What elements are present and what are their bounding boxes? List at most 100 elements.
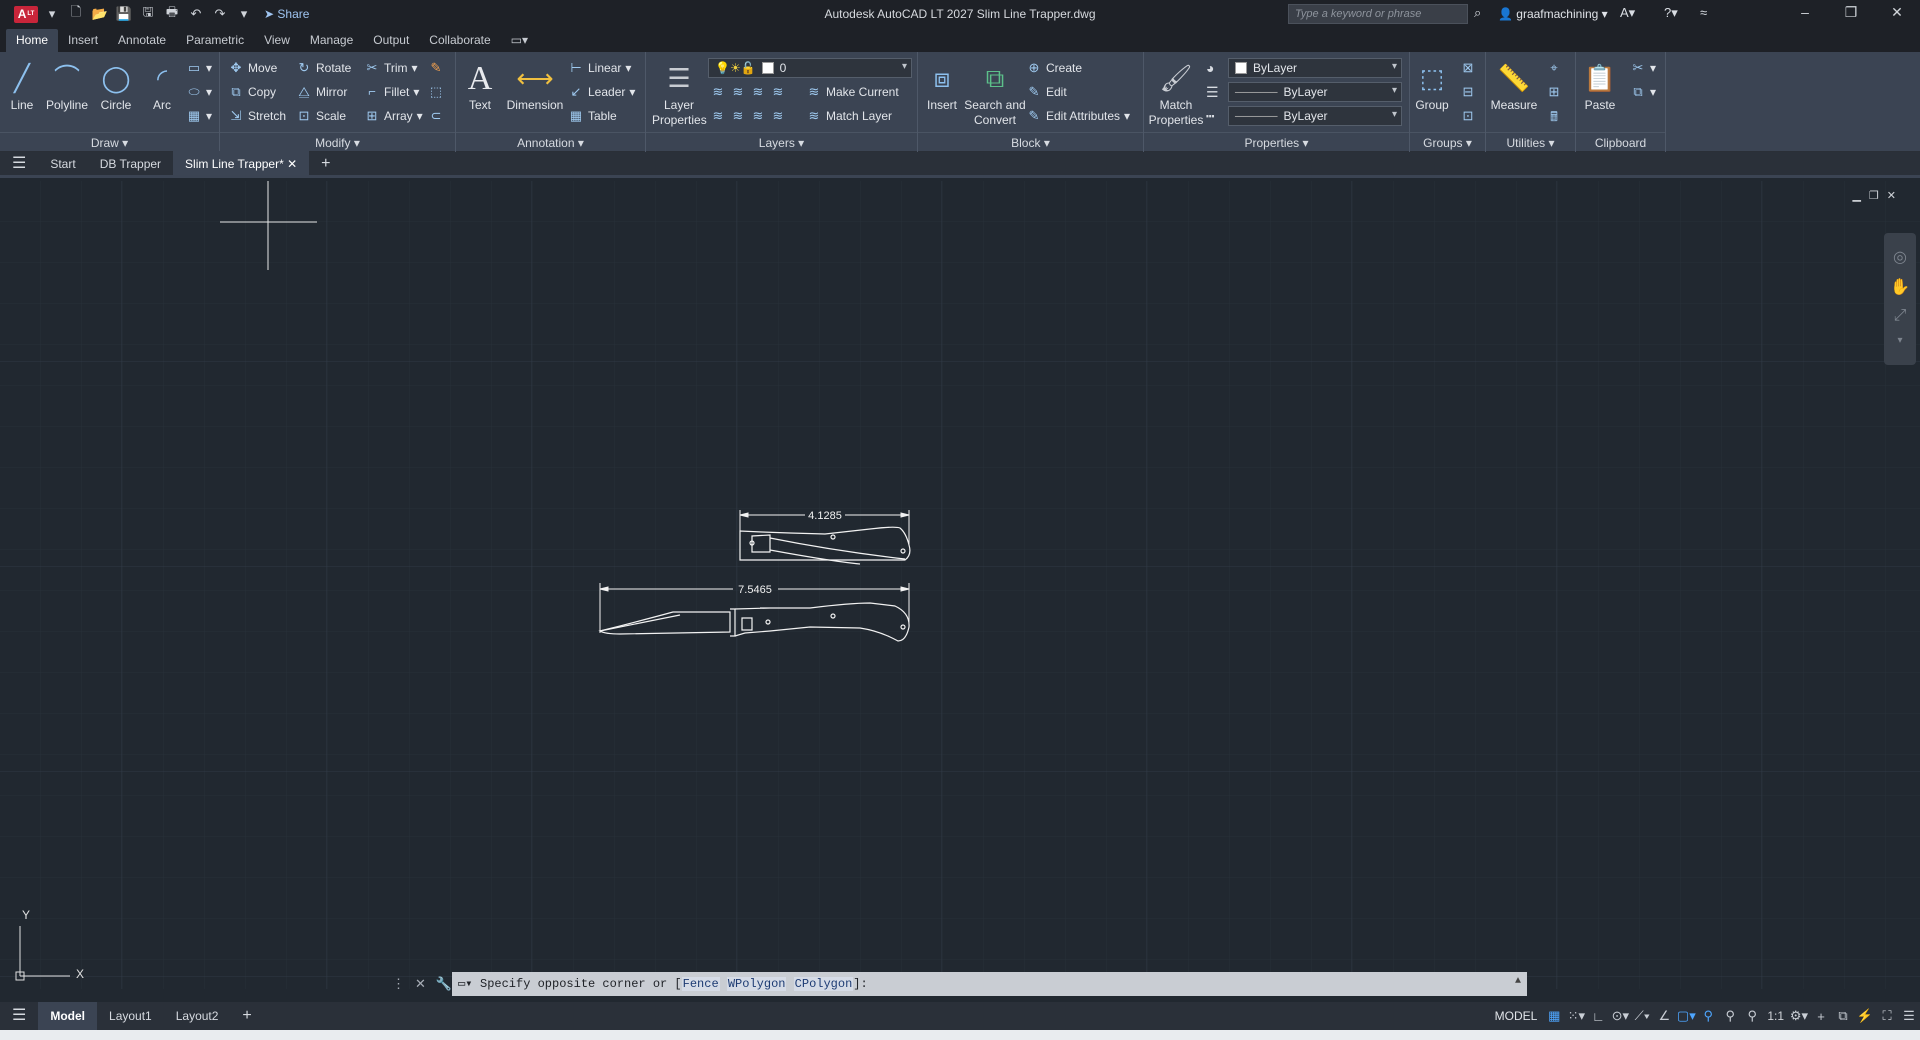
tab-annotate[interactable]: Annotate xyxy=(108,29,176,52)
save-icon[interactable]: 💾 xyxy=(114,4,134,24)
lineweight-dropdown[interactable]: ───── ByLayer ▾ xyxy=(1228,106,1402,126)
groups-panel-title[interactable]: Groups ▾ xyxy=(1410,132,1485,152)
match-properties-button[interactable]: 🖌 Match Properties xyxy=(1148,58,1204,128)
polyline-button[interactable]: ⌒ Polyline xyxy=(42,58,92,113)
array-button[interactable]: ⊞ Array ▾ xyxy=(364,108,423,124)
linear-button[interactable]: ⊢ Linear ▾ xyxy=(568,60,631,76)
osnap-icon[interactable]: ▢▾ xyxy=(1675,1008,1697,1024)
annotation-panel-title[interactable]: Annotation ▾ xyxy=(456,132,645,152)
model-space-button[interactable]: MODEL xyxy=(1495,1009,1538,1023)
ellipse-button[interactable]: ⬭ ▾ xyxy=(186,84,212,100)
rotate-button[interactable]: ↻ Rotate xyxy=(296,60,352,76)
add-layout-icon[interactable]: + xyxy=(230,1002,263,1030)
clipboard-panel-title[interactable]: Clipboard xyxy=(1576,132,1665,152)
close-tab-icon[interactable]: ✕ xyxy=(287,157,297,171)
grid-icon[interactable]: ▦ xyxy=(1543,1008,1565,1024)
offset-button[interactable]: ⊂ xyxy=(428,108,444,124)
hatch-button[interactable]: ▦ ▾ xyxy=(186,108,212,124)
insert-button[interactable]: ⧈ Insert xyxy=(922,58,962,113)
polar-icon[interactable]: ⊙▾ xyxy=(1609,1008,1631,1024)
leader-button[interactable]: ↙ Leader ▾ xyxy=(568,84,636,100)
zoom-extents-icon[interactable]: ⤢ xyxy=(1894,307,1907,325)
make-current-button[interactable]: ≋ Make Current xyxy=(806,84,899,100)
tab-view[interactable]: View xyxy=(254,29,300,52)
utilities-panel-title[interactable]: Utilities ▾ xyxy=(1486,132,1575,152)
edit-block-button[interactable]: ✎ Edit xyxy=(1026,84,1067,100)
viewport-minimize-icon[interactable]: ▁ xyxy=(1852,189,1860,202)
rectangle-button[interactable]: ▭ ▾ xyxy=(186,60,212,76)
modify-panel-title[interactable]: Modify ▾ xyxy=(220,132,455,152)
isolate-objects-icon[interactable]: ⧉ xyxy=(1832,1008,1854,1024)
fillet-button[interactable]: ⌐ Fillet ▾ xyxy=(364,84,419,99)
hardware-acceleration-icon[interactable]: ⚡ xyxy=(1854,1008,1876,1024)
search-input[interactable]: Type a keyword or phrase xyxy=(1288,4,1468,24)
group-select-button[interactable]: ⊡ xyxy=(1460,108,1476,124)
tab-manage[interactable]: Manage xyxy=(300,29,363,52)
annotation-scale-icon[interactable]: ⚲ xyxy=(1741,1008,1763,1024)
chevron-down-icon[interactable]: ▾ xyxy=(1897,335,1902,346)
file-tab-start[interactable]: Start xyxy=(38,151,87,177)
viewport-restore-icon[interactable]: ❐ xyxy=(1869,189,1879,202)
autodesk-icon[interactable]: A▾ xyxy=(1620,5,1635,21)
line-button[interactable]: ╱ Line xyxy=(4,58,40,113)
layers-panel-title[interactable]: Layers ▾ xyxy=(646,132,917,152)
feedback-icon[interactable]: ≈ xyxy=(1700,5,1707,20)
explode-button[interactable]: ⬚ xyxy=(428,84,444,100)
open-folder-icon[interactable]: 📂 xyxy=(90,4,110,24)
group-button[interactable]: ⬚ Group xyxy=(1412,58,1452,113)
maximize-icon[interactable]: ❐ xyxy=(1836,4,1866,24)
share-button[interactable]: ➤ Share xyxy=(264,7,309,21)
app-menu-button[interactable]: A LT xyxy=(14,5,38,23)
snap-icon[interactable]: ⁙▾ xyxy=(1565,1008,1587,1024)
erase-button[interactable]: ✎ xyxy=(428,60,444,76)
steering-wheel-icon[interactable]: ◎ xyxy=(1893,247,1907,267)
tab-parametric[interactable]: Parametric xyxy=(176,29,254,52)
customize-icon[interactable]: ▾ xyxy=(234,4,254,24)
ungroup-button[interactable]: ⊠ xyxy=(1460,60,1476,76)
quick-select-button[interactable]: ⊞ xyxy=(1546,84,1562,100)
id-point-button[interactable]: ⌖ xyxy=(1546,60,1562,76)
layer-tools-row1[interactable]: ≋ ≋ ≋ ≋ xyxy=(710,84,786,100)
create-block-button[interactable]: ⊕ Create xyxy=(1026,60,1082,76)
paste-button[interactable]: 📋 Paste xyxy=(1578,58,1622,113)
plot-icon[interactable]: 🖶 xyxy=(162,4,182,24)
group-edit-button[interactable]: ⊟ xyxy=(1460,84,1476,100)
dimension-button[interactable]: ⟷ Dimension xyxy=(502,58,568,113)
autoscale-icon[interactable]: ⚲ xyxy=(1719,1008,1741,1024)
tab-output[interactable]: Output xyxy=(363,29,419,52)
dimension-top-text[interactable]: 4.1285 xyxy=(808,510,842,522)
table-button[interactable]: ▦ Table xyxy=(568,108,617,124)
isodraft-icon[interactable]: ⟋▾ xyxy=(1631,1008,1653,1024)
linetype-dropdown[interactable]: ───── ByLayer ▾ xyxy=(1228,82,1402,102)
command-history-icon[interactable]: ▲ xyxy=(1515,976,1521,987)
tab-home[interactable]: Home xyxy=(6,29,59,52)
clean-screen-icon[interactable]: ⛶ xyxy=(1876,1008,1898,1024)
trim-button[interactable]: ✂ Trim ▾ xyxy=(364,60,418,76)
search-icon[interactable]: ⌕ xyxy=(1474,5,1481,21)
ortho-icon[interactable]: ∟ xyxy=(1587,1009,1609,1024)
cut-button[interactable]: ✂ ▾ xyxy=(1630,60,1656,76)
layout-menu-icon[interactable]: ☰ xyxy=(0,1002,38,1030)
edit-attributes-button[interactable]: ✎ Edit Attributes ▾ xyxy=(1026,108,1131,124)
mirror-button[interactable]: ⧋ Mirror xyxy=(296,84,347,100)
chevron-down-icon[interactable]: ▾ xyxy=(42,4,62,24)
move-button[interactable]: ✥ Move xyxy=(228,60,278,76)
file-tab-slim-line-trapper[interactable]: Slim Line Trapper* ✕ xyxy=(173,150,310,177)
search-convert-button[interactable]: ⧉ Search and Convert xyxy=(962,58,1028,128)
dimension-bottom-text[interactable]: 7.5465 xyxy=(738,584,772,596)
block-panel-title[interactable]: Block ▾ xyxy=(918,132,1143,152)
layer-dropdown[interactable]: 💡☀🔓 0 ▾ xyxy=(708,58,912,78)
help-icon[interactable]: ?▾ xyxy=(1664,5,1678,21)
match-layer-button[interactable]: ≋ Match Layer xyxy=(806,108,892,124)
customization-icon[interactable]: ☰ xyxy=(1898,1008,1920,1024)
layer-properties-button[interactable]: ☰ Layer Properties xyxy=(652,58,707,128)
undo-icon[interactable]: ↶ xyxy=(186,4,206,24)
stretch-button[interactable]: ⇲ Stretch xyxy=(228,108,286,124)
layout-tab-layout1[interactable]: Layout1 xyxy=(97,1002,164,1030)
drawing-canvas[interactable]: 4.1285 7.5465 Y X ▁ ❐ ✕ ◎ ✋ ⤢ ▾ xyxy=(0,180,1920,989)
annotation-scale-value[interactable]: 1:1 xyxy=(1767,1009,1784,1023)
text-button[interactable]: A Text xyxy=(460,58,500,113)
close-icon[interactable]: ✕ xyxy=(1882,4,1912,24)
osnap-tracking-icon[interactable]: ∠ xyxy=(1653,1008,1675,1024)
properties-panel-title[interactable]: Properties ▾ xyxy=(1144,132,1409,152)
